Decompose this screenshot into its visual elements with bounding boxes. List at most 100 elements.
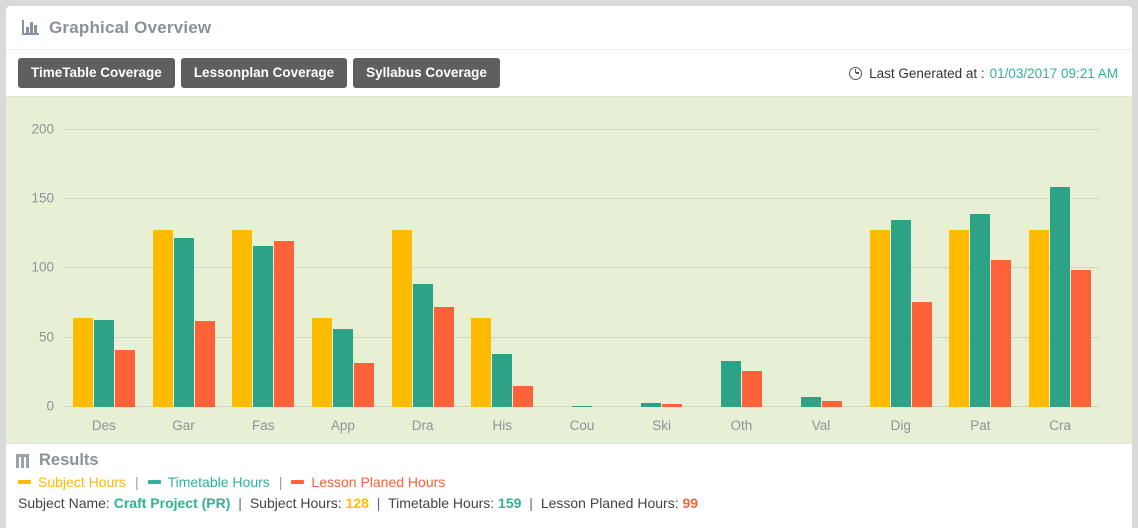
chart-y-tick-label: 0 [46, 398, 54, 414]
chart-bar[interactable] [949, 229, 970, 407]
toolbar: TimeTable Coverage Lessonplan Coverage S… [6, 50, 1132, 96]
tab-timetable-coverage[interactable]: TimeTable Coverage [18, 57, 175, 89]
chart-bar[interactable] [274, 240, 295, 407]
results-icon [16, 453, 30, 468]
results-summary: Subject Name: Craft Project (PR) | Subje… [18, 495, 1122, 511]
chart-bar[interactable] [311, 318, 332, 407]
lesson-planed-label: Lesson Planed Hours: [540, 495, 679, 511]
chart-bar[interactable] [114, 350, 135, 407]
chart-bar[interactable] [471, 318, 492, 407]
chart-bar[interactable] [1050, 186, 1071, 407]
chart-bar[interactable] [492, 354, 513, 407]
chart-x-tick-label: Pat [970, 418, 991, 433]
subject-hours-label: Subject Hours: [249, 495, 342, 511]
chart-y-tick-label: 100 [31, 259, 54, 275]
subject-hours-value: 128 [345, 495, 369, 511]
tab-lessonplan-coverage[interactable]: Lessonplan Coverage [180, 57, 348, 89]
chart-bar[interactable] [152, 229, 173, 407]
chart-x-tick-label: Val [811, 418, 831, 433]
chart-bar[interactable] [391, 229, 412, 407]
legend-item[interactable]: Subject Hours [18, 474, 126, 490]
legend-label: Timetable Hours [167, 474, 270, 490]
summary-separator-1: | [238, 495, 242, 511]
timetable-hours-value: 159 [498, 495, 522, 511]
chart-bar[interactable] [662, 404, 683, 407]
chart-bar[interactable] [232, 229, 253, 407]
card-header: Graphical Overview [6, 6, 1132, 50]
chart-bar[interactable] [1071, 269, 1092, 407]
chart-bar[interactable] [869, 229, 890, 407]
chart-bar[interactable] [194, 321, 215, 407]
results-panel: Results Subject Hours | Timetable Hours | Le… [6, 443, 1132, 521]
lesson-planed-value: 99 [682, 495, 699, 511]
chart-bar[interactable] [332, 329, 353, 407]
chart-bar[interactable] [93, 319, 114, 407]
chart-bar[interactable] [72, 318, 93, 407]
chart-x-tick-label: Dra [411, 418, 434, 433]
legend-swatch [18, 480, 31, 484]
timetable-hours-label: Timetable Hours: [388, 495, 495, 511]
chart-bar-group: Dra [383, 116, 463, 433]
chart-bar[interactable] [253, 246, 274, 407]
chart-y-tick-label: 50 [38, 329, 54, 345]
chart-bar[interactable] [433, 307, 454, 407]
chart-bar-group: Gar [144, 116, 224, 433]
legend-swatch [291, 480, 305, 484]
legend-label: Lesson Planed Hours [311, 474, 446, 490]
chart-bar[interactable] [970, 214, 991, 407]
chart-bar-groups: Des Gar Fas App Dra His Cou Ski Oth Val Dig Pat Cra [64, 116, 1100, 433]
page-title: Graphical Overview [49, 17, 212, 37]
chart-bar[interactable] [741, 370, 762, 407]
chart-bar-group: Des [64, 116, 144, 433]
chart-x-tick-label: Gar [172, 418, 195, 433]
legend-swatch [147, 480, 161, 484]
last-generated: Last Generated at : 01/03/2017 09:21 AM [849, 66, 1118, 81]
last-generated-value: 01/03/2017 09:21 AM [989, 65, 1118, 81]
chart-bar-group: Oth [702, 116, 782, 433]
chart-y-tick-label: 150 [31, 190, 54, 206]
legend-item[interactable]: Lesson Planed Hours [291, 474, 445, 490]
chart-x-tick-label: App [330, 418, 355, 433]
subject-name-value: Craft Project (PR) [113, 495, 231, 511]
legend-item[interactable]: Timetable Hours [147, 474, 270, 490]
chart-x-tick-label: Fas [251, 418, 275, 433]
chart-plot-area: 0 50 100 150 200 Des Gar Fas App Dra His Cou Ski Oth… [31, 116, 1100, 433]
chart-bar[interactable] [911, 301, 932, 407]
chart-bar-group: Dig [861, 116, 941, 433]
chart-bar[interactable] [800, 397, 821, 407]
chart-bar[interactable] [641, 402, 662, 407]
chart-bar[interactable] [353, 362, 374, 407]
chart-bar[interactable] [173, 237, 194, 407]
chart-x-tick-label: Des [91, 418, 116, 433]
chart-x-tick-label: Dig [890, 418, 911, 433]
chart-bar[interactable] [412, 283, 433, 407]
chart-x-tick-label: Cra [1049, 418, 1071, 433]
chart-bar[interactable] [1029, 229, 1050, 407]
summary-separator-3: | [529, 495, 533, 511]
chart-bar[interactable] [991, 260, 1012, 407]
chart-bar[interactable] [890, 219, 911, 407]
coverage-tabs: TimeTable Coverage Lessonplan Coverage S… [18, 57, 500, 89]
chart-x-tick-label: Ski [652, 418, 672, 433]
bar-chart-icon [22, 20, 39, 35]
chart-bar-group: Cou [542, 116, 622, 433]
results-title: Results [39, 451, 99, 469]
chart-bar[interactable] [821, 401, 842, 407]
legend-separator: | [278, 474, 283, 490]
chart-bar[interactable] [720, 361, 741, 407]
chart-y-tick-label: 200 [31, 121, 54, 137]
subject-name-label: Subject Name: [18, 495, 110, 511]
tab-syllabus-coverage[interactable]: Syllabus Coverage [353, 57, 500, 89]
chart-bar-group: App [303, 116, 383, 433]
chart-bar-group: Fas [223, 116, 303, 433]
chart-bar-group: Val [781, 116, 861, 433]
coverage-bar-chart: 0 50 100 150 200 Des Gar Fas App Dra His Cou Ski Oth… [6, 96, 1132, 443]
chart-bar-group: Ski [622, 116, 702, 433]
chart-bar[interactable] [513, 386, 534, 407]
page-root: Graphical Overview TimeTable Coverage Le… [0, 0, 1138, 528]
chart-bar-group: Pat [941, 116, 1021, 433]
chart-bar[interactable] [571, 405, 592, 407]
chart-legend: Subject Hours | Timetable Hours | Lesson Pla… [18, 474, 1122, 490]
chart-x-tick-label: Cou [569, 418, 595, 433]
legend-separator: | [134, 474, 139, 490]
